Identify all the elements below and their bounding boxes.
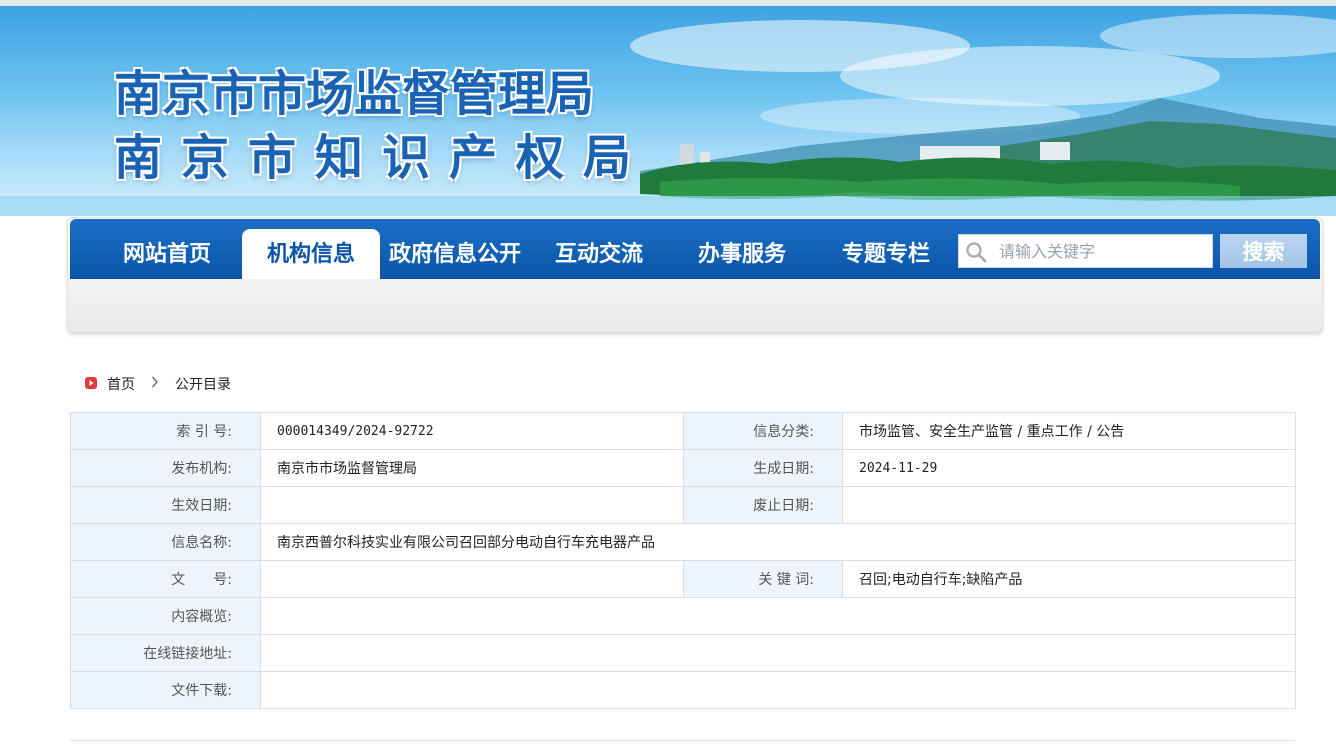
category-value: 市场监管、安全生产监管 / 重点工作 / 公告 xyxy=(842,412,1296,450)
table-row: 文 号: 关 键 词: 召回;电动自行车;缺陷产品 xyxy=(70,560,1296,598)
table-row: 信息名称: 南京西普尔科技实业有限公司召回部分电动自行车充电器产品 xyxy=(70,523,1296,561)
nav-item-topics[interactable]: 专题专栏 xyxy=(819,229,953,279)
table-row: 生效日期: 废止日期: xyxy=(70,486,1296,524)
keywords-label: 关 键 词: xyxy=(683,560,843,598)
publisher-value: 南京市市场监督管理局 xyxy=(260,449,684,487)
search-icon xyxy=(966,242,987,263)
site-banner: 南京市市场监督管理局 南京市知识产权局 xyxy=(0,6,1336,216)
chevron-right-icon xyxy=(152,376,158,388)
effective-date-label: 生效日期: xyxy=(70,486,261,524)
doc-no-label: 文 号: xyxy=(70,560,261,598)
info-table: 索 引 号: 000014349/2024-92722 信息分类: 市场监管、安… xyxy=(70,412,1296,709)
abolish-date-value xyxy=(842,486,1296,524)
effective-date-value xyxy=(260,486,684,524)
file-download-label: 文件下载: xyxy=(70,671,261,709)
abolish-date-label: 废止日期: xyxy=(683,486,843,524)
site-title-line2: 南京市知识产权局 xyxy=(114,130,651,186)
nav-item-gov-disclosure[interactable]: 政府信息公开 xyxy=(382,229,528,279)
table-row: 文件下载: xyxy=(70,671,1296,709)
content-divider xyxy=(70,740,1295,746)
summary-label: 内容概览: xyxy=(70,597,261,635)
table-row: 在线链接地址: xyxy=(70,634,1296,672)
created-date-label: 生成日期: xyxy=(683,449,843,487)
summary-value xyxy=(260,597,1296,635)
index-no-label: 索 引 号: xyxy=(70,412,261,450)
search-box xyxy=(958,234,1213,268)
nav-item-org-info[interactable]: 机构信息 xyxy=(242,229,380,279)
table-row: 索 引 号: 000014349/2024-92722 信息分类: 市场监管、安… xyxy=(70,412,1296,450)
online-link-value[interactable] xyxy=(260,634,1296,672)
category-label: 信息分类: xyxy=(683,412,843,450)
breadcrumb-current-link[interactable]: 公开目录 xyxy=(175,374,231,394)
nav-item-interaction[interactable]: 互动交流 xyxy=(532,229,666,279)
created-date-value: 2024-11-29 xyxy=(842,449,1296,487)
keywords-value: 召回;电动自行车;缺陷产品 xyxy=(842,560,1296,598)
search-input[interactable] xyxy=(999,235,1209,267)
file-download-value[interactable] xyxy=(260,671,1296,709)
site-title-line1: 南京市市场监督管理局 xyxy=(114,66,595,122)
breadcrumb-home-icon xyxy=(85,377,97,389)
info-name-label: 信息名称: xyxy=(70,523,261,561)
table-row: 内容概览: xyxy=(70,597,1296,635)
publisher-label: 发布机构: xyxy=(70,449,261,487)
online-link-label: 在线链接地址: xyxy=(70,634,261,672)
nav-item-services[interactable]: 办事服务 xyxy=(675,229,809,279)
table-row: 发布机构: 南京市市场监督管理局 生成日期: 2024-11-29 xyxy=(70,449,1296,487)
doc-no-value xyxy=(260,560,684,598)
info-name-value: 南京西普尔科技实业有限公司召回部分电动自行车充电器产品 xyxy=(260,523,1296,561)
breadcrumb-home-link[interactable]: 首页 xyxy=(107,374,135,394)
nav-item-home[interactable]: 网站首页 xyxy=(100,229,234,279)
index-no-value: 000014349/2024-92722 xyxy=(260,412,684,450)
search-button[interactable]: 搜索 xyxy=(1220,234,1307,268)
